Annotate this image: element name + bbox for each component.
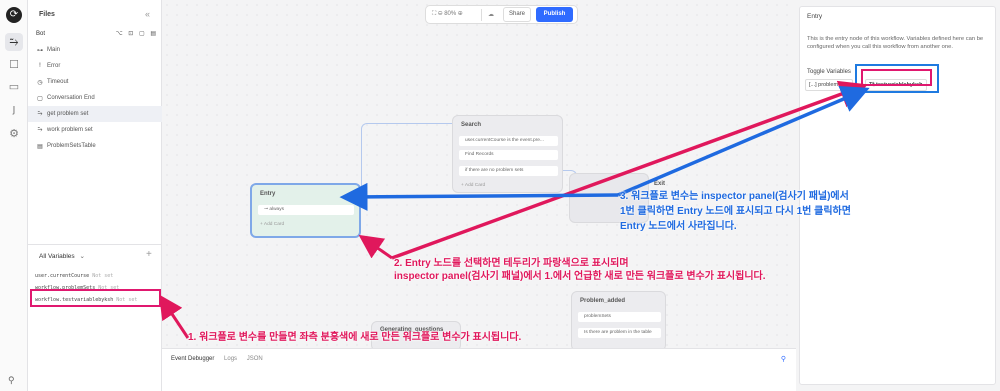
- left-rail: ⟳ ⥲ ☐ ▭ ȷ ⚙ ⚲: [0, 0, 28, 391]
- file-item-label: Error: [47, 63, 61, 69]
- file-item-label: get problem set: [47, 111, 89, 117]
- debugger-tabs: Event Debugger Logs JSON: [171, 356, 271, 362]
- annotation-1: 1. 워크플로 변수를 만들면 좌측 분홍색에 새로 만든 워크플로 변수가 표…: [188, 332, 522, 343]
- add-card-button[interactable]: + Add Card: [260, 222, 284, 227]
- variable-chip-problemsets[interactable]: [...] problemSets: [805, 79, 854, 91]
- variables-filter[interactable]: All Variables ⌄: [39, 252, 85, 260]
- file-item-label: work problem set: [47, 127, 93, 133]
- search-node[interactable]: Search user.currentCourse is the event.p…: [452, 115, 563, 193]
- problem-added-node[interactable]: Problem_added problemSets Is there are p…: [571, 291, 666, 351]
- bot-label: Bot: [36, 31, 46, 37]
- entry-node-title: Entry: [260, 191, 276, 197]
- problem-slot-2[interactable]: Is there are problem in the table: [578, 328, 661, 338]
- search-icon[interactable]: ⚲: [8, 375, 15, 386]
- file-tree: ⊶ Main! Error ◷ Timeout ▢ Conversation End ⥲ get…: [28, 42, 162, 154]
- file-item-label: ProblemSetsTable: [47, 143, 96, 149]
- pin-icon[interactable]: ⚲: [781, 355, 786, 363]
- annotation-3-line2: 1번 클릭하면 Entry 노드에 표시되고 다시 1번 클릭하면: [620, 206, 851, 217]
- file-item[interactable]: ! Error: [28, 58, 162, 74]
- search-slot-3[interactable]: if there are no problem sets: [459, 166, 558, 176]
- flow-icon: ⊶: [37, 47, 43, 54]
- add-variable-icon[interactable]: +: [146, 249, 152, 260]
- problem-added-title: Problem_added: [580, 298, 626, 304]
- variables-panel: All Variables ⌄ + user.currentCourse Not …: [28, 244, 162, 391]
- inspector-title: Entry: [807, 13, 823, 20]
- debugger-panel: Event Debugger Logs JSON ⚲: [162, 348, 796, 391]
- workflow-icon: ⥲: [37, 110, 43, 117]
- problem-slot-1[interactable]: problemSets: [578, 312, 661, 322]
- search-add-card-button[interactable]: + Add Card: [461, 183, 485, 188]
- workflows-icon[interactable]: ⥲: [5, 33, 23, 51]
- hooks-icon[interactable]: ȷ: [5, 100, 23, 118]
- tab-json[interactable]: JSON: [247, 356, 263, 362]
- bot-folder[interactable]: Bot ⌥ ⊡ ▢ ▤: [36, 31, 158, 37]
- error-icon: !: [39, 63, 41, 69]
- file-item-label: Timeout: [47, 79, 69, 85]
- search-slot-2[interactable]: Find Records: [459, 150, 558, 160]
- tab-event-debugger[interactable]: Event Debugger: [171, 356, 214, 362]
- files-title: Files: [39, 11, 55, 18]
- inspector-description: This is the entry node of this workflow.…: [807, 36, 984, 50]
- highlight-pink-chip: [861, 69, 932, 86]
- settings-icon[interactable]: ⚙: [5, 125, 23, 143]
- annotation-2-line2: inspector panel(검사기 패널)에서 1.에서 언급한 새로 만든…: [394, 271, 766, 282]
- file-tools-icons[interactable]: ⌥ ⊡ ▢ ▤: [116, 30, 158, 37]
- entry-slot-label: always: [269, 207, 285, 212]
- app-root: ⟳ ⥲ ☐ ▭ ȷ ⚙ ⚲ Files « Bot ⌥ ⊡ ▢ ▤ ⊶ Main!…: [0, 0, 1000, 391]
- file-item[interactable]: ⥲ get problem set: [28, 106, 162, 122]
- end-icon: ▢: [37, 95, 43, 102]
- knowledge-icon[interactable]: ▭: [5, 78, 23, 96]
- file-item[interactable]: ▤ ProblemSetsTable: [28, 138, 162, 154]
- agents-icon[interactable]: ☐: [5, 56, 23, 74]
- file-item[interactable]: ⊶ Main: [28, 42, 162, 58]
- table-icon: ▤: [37, 143, 43, 150]
- variable-name: user.currentCourse: [35, 273, 90, 279]
- chevron-down-icon: ⌄: [79, 253, 85, 260]
- file-item[interactable]: ◷ Timeout: [28, 74, 162, 90]
- highlight-new-variable: [30, 289, 161, 307]
- cloud-icon[interactable]: ☁: [482, 11, 500, 18]
- variable-row[interactable]: user.currentCourse Not set: [35, 270, 160, 282]
- variable-status: Not set: [92, 273, 114, 279]
- entry-transition-slot[interactable]: ⊸ always: [258, 205, 354, 215]
- exit-node-title: Exit: [654, 181, 666, 187]
- canvas-toolbar: ⛶ ⊖ 80% ⊕ ☁ Share Publish: [425, 5, 578, 24]
- edge-entry-search: [361, 123, 453, 208]
- tab-logs[interactable]: Logs: [224, 356, 237, 362]
- entry-node[interactable]: Entry ⊸ always + Add Card: [250, 183, 361, 238]
- search-slot-1[interactable]: user.currentCourse is the event.pre...: [459, 136, 558, 146]
- workflow-icon: ⥲: [37, 126, 43, 133]
- annotation-3-line1: 3. 워크플로 변수는 inspector panel(검사기 패널)에서: [620, 191, 849, 202]
- search-node-title: Search: [461, 122, 482, 128]
- toggle-variables-label: Toggle Variables: [807, 69, 851, 75]
- clock-icon: ◷: [37, 79, 43, 86]
- file-item-label: Conversation End: [47, 95, 95, 101]
- files-panel: Files « Bot ⌥ ⊡ ▢ ▤ ⊶ Main! Error ◷ Timeout ▢…: [28, 0, 162, 244]
- file-item[interactable]: ⥲ work problem set: [28, 122, 162, 138]
- publish-button[interactable]: Publish: [536, 7, 573, 22]
- app-logo-icon[interactable]: ⟳: [6, 7, 22, 23]
- file-item[interactable]: ▢ Conversation End: [28, 90, 162, 106]
- variables-header: All Variables: [39, 253, 75, 260]
- file-item-label: Main: [47, 47, 61, 53]
- zoom-controls[interactable]: ⛶ ⊖ 80% ⊕: [426, 11, 481, 18]
- annotation-2-line1: 2. Entry 노드를 선택하면 테두리가 파랑색으로 표시되며: [394, 258, 629, 269]
- collapse-icon[interactable]: «: [145, 9, 150, 19]
- share-button[interactable]: Share: [503, 7, 531, 22]
- annotation-3-line3: Entry 노드에서 사라집니다.: [620, 221, 737, 232]
